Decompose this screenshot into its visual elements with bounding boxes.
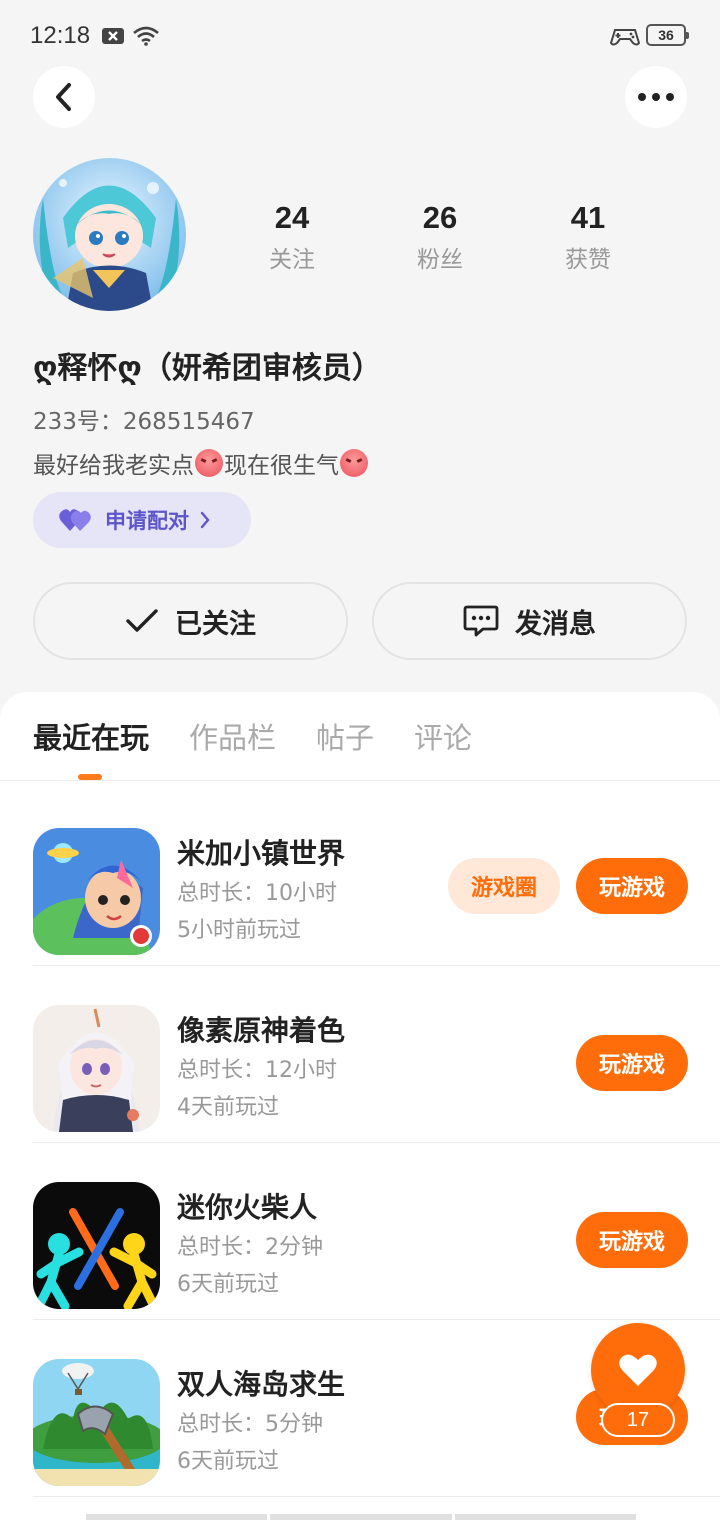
profile-tabs: 最近在玩 作品栏 帖子 评论 [33, 712, 512, 764]
tab-works[interactable]: 作品栏 [189, 712, 276, 764]
profile-stats: 24 关注 26 粉丝 41 获赞 [218, 198, 662, 274]
followed-button[interactable]: 已关注 [33, 582, 348, 660]
game-last-played: 6天前玩过 [177, 1272, 279, 1297]
game-name: 像素原神着色 [177, 1014, 346, 1047]
double-heart-icon [59, 509, 91, 531]
message-bubble-icon [463, 605, 499, 637]
chevron-right-icon [200, 511, 210, 529]
game-name: 迷你火柴人 [177, 1191, 318, 1224]
game-last-played: 4天前玩过 [177, 1095, 279, 1120]
game-circle-button[interactable]: 游戏圈 [448, 858, 560, 914]
play-game-button[interactable]: 玩游戏 [576, 858, 688, 914]
user-id: 233号：268515467 [33, 409, 255, 435]
game-icon [33, 1359, 160, 1486]
bio-text-1: 最好给我老实点 [33, 453, 194, 479]
tab-divider [0, 780, 720, 781]
followers-label: 粉丝 [417, 247, 463, 273]
likes-stat[interactable]: 41 获赞 [514, 198, 662, 274]
followers-stat[interactable]: 26 粉丝 [366, 198, 514, 274]
apply-pair-label: 申请配对 [105, 509, 189, 533]
game-duration: 总时长：2分钟 [177, 1235, 323, 1260]
following-stat[interactable]: 24 关注 [218, 198, 366, 274]
game-name: 双人海岛求生 [177, 1368, 346, 1401]
game-duration: 总时长：12小时 [177, 1058, 337, 1083]
followed-label: 已关注 [175, 608, 256, 640]
likes-count: 41 [570, 200, 606, 235]
more-options-button[interactable] [625, 66, 687, 128]
back-arrow-icon [56, 83, 71, 111]
profile-name: ღ释怀ღ（妍希团审核员） [33, 351, 382, 386]
battery-indicator: 36 [646, 24, 689, 46]
status-bar: 12:18 36 [0, 0, 720, 72]
likes-label: 获赞 [565, 247, 611, 273]
profile-bio: 最好给我老实点 现在很生气 [33, 446, 369, 480]
game-icon [33, 1182, 160, 1309]
angry-emoji-icon [340, 449, 368, 477]
heart-icon [619, 1354, 657, 1386]
tab-recently-played[interactable]: 最近在玩 [33, 712, 149, 764]
play-game-button[interactable]: 玩游戏 [576, 1212, 688, 1268]
apply-pair-button[interactable]: 申请配对 [33, 492, 251, 548]
game-row[interactable]: 像素原神着色 总时长：12小时 4天前玩过 玩游戏 [33, 967, 720, 1143]
game-last-played: 5小时前玩过 [177, 918, 301, 943]
tab-posts[interactable]: 帖子 [316, 712, 374, 764]
following-count: 24 [274, 200, 310, 235]
notification-x-icon [102, 28, 124, 44]
checkmark-icon [126, 609, 158, 632]
followers-count: 26 [422, 200, 458, 235]
avatar[interactable] [33, 158, 186, 311]
game-last-played: 6天前玩过 [177, 1449, 279, 1474]
wifi-icon [133, 26, 159, 46]
game-icon [33, 1005, 160, 1132]
status-time: 12:18 [30, 22, 91, 49]
send-message-button[interactable]: 发消息 [372, 582, 687, 660]
following-label: 关注 [269, 247, 315, 273]
gamepad-icon [610, 29, 640, 46]
game-row[interactable]: 迷你火柴人 总时长：2分钟 6天前玩过 玩游戏 [33, 1144, 720, 1320]
game-icon [33, 828, 160, 955]
tab-comments[interactable]: 评论 [414, 712, 472, 764]
more-dots-icon [638, 93, 674, 101]
bottom-edge-bars [86, 1514, 636, 1520]
send-message-label: 发消息 [515, 608, 596, 640]
game-row[interactable]: 米加小镇世界 总时长：10小时 5小时前玩过 游戏圈 玩游戏 [33, 790, 720, 966]
game-duration: 总时长：5分钟 [177, 1412, 323, 1437]
play-game-button[interactable]: 玩游戏 [576, 1035, 688, 1091]
like-count-badge: 17 [601, 1403, 675, 1437]
bio-text-2: 现在很生气 [224, 453, 339, 479]
avatar-image [33, 158, 186, 311]
game-name: 米加小镇世界 [177, 837, 346, 870]
back-button[interactable] [33, 66, 95, 128]
game-duration: 总时长：10小时 [177, 881, 337, 906]
angry-emoji-icon [195, 449, 223, 477]
